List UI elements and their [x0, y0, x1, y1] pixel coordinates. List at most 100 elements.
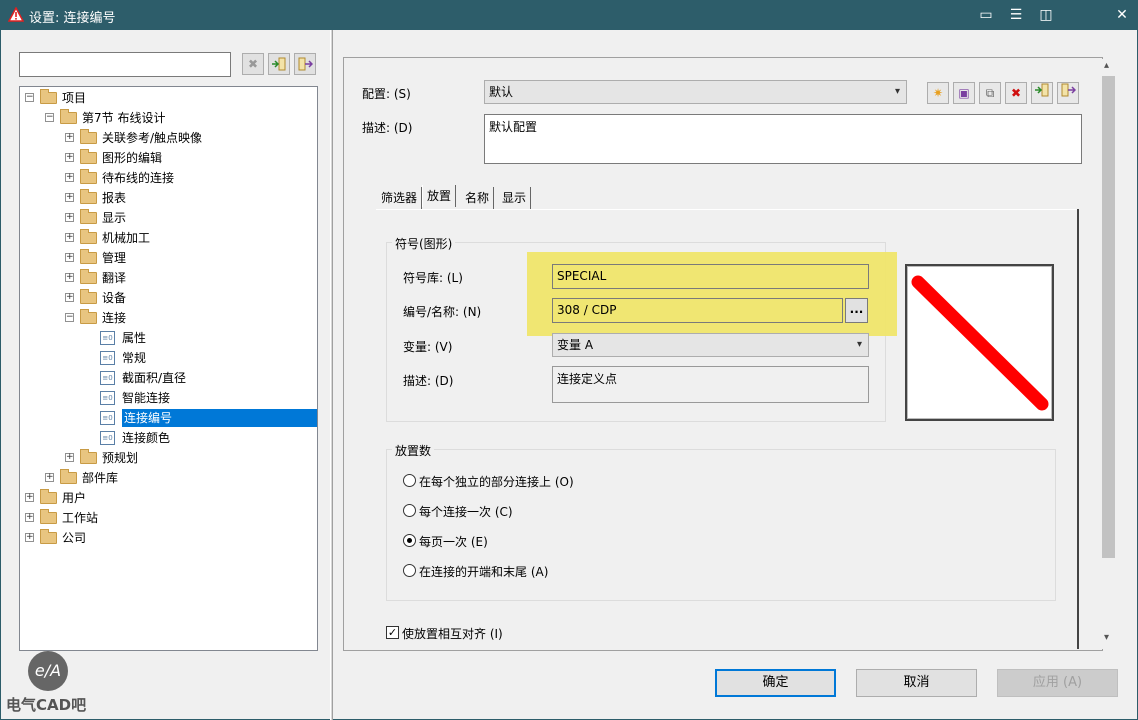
symbol-num-field[interactable]: 308 / CDP: [552, 298, 843, 323]
restore-layout-icon[interactable]: ▭: [976, 6, 996, 24]
collapse-icon[interactable]: −: [45, 113, 54, 122]
tree-item[interactable]: + 公司: [20, 529, 317, 547]
scroll-up-icon[interactable]: ▴: [1104, 60, 1109, 71]
panel-splitter[interactable]: [330, 30, 333, 720]
tree-item[interactable]: ≡0 智能连接: [20, 389, 317, 407]
tree-item-label: 用户: [62, 491, 87, 505]
placement-radio[interactable]: [403, 474, 416, 487]
copy-icon[interactable]: ⧉: [979, 82, 1001, 104]
window-list-icon[interactable]: ☰: [1006, 6, 1026, 24]
tree-item[interactable]: + 机械加工: [20, 229, 317, 247]
scrollbar-thumb[interactable]: [1102, 76, 1115, 558]
tree-item[interactable]: + 管理: [20, 249, 317, 267]
tree-item[interactable]: + 图形的编辑: [20, 149, 317, 167]
config-select[interactable]: 默认 ▾: [484, 80, 907, 104]
apply-button[interactable]: 应用 (A): [997, 669, 1118, 697]
tree-item[interactable]: ≡0 属性: [20, 329, 317, 347]
tree-item[interactable]: + 设备: [20, 289, 317, 307]
placement-radio[interactable]: [403, 534, 416, 547]
expand-icon[interactable]: +: [25, 493, 34, 502]
placement-radio[interactable]: [403, 564, 416, 577]
chevron-down-icon: ▾: [894, 86, 900, 97]
tree-item[interactable]: ≡0 连接颜色: [20, 429, 317, 447]
tree-item[interactable]: ≡0 连接编号: [20, 409, 317, 427]
expand-icon[interactable]: +: [45, 473, 54, 482]
tree-item[interactable]: + 用户: [20, 489, 317, 507]
placement-radio-label: 每页一次 (E): [419, 535, 488, 549]
new-config-icon[interactable]: ✷: [927, 82, 949, 104]
tree-item[interactable]: + 显示: [20, 209, 317, 227]
export-config-icon[interactable]: [1057, 82, 1079, 104]
tree-item[interactable]: ≡0 常规: [20, 349, 317, 367]
expand-icon[interactable]: +: [65, 293, 74, 302]
expand-icon[interactable]: +: [25, 533, 34, 542]
expand-icon[interactable]: +: [65, 213, 74, 222]
tree-item[interactable]: + 部件库: [20, 469, 317, 487]
tree-item[interactable]: + 工作站: [20, 509, 317, 527]
tab-2[interactable]: 名称: [461, 187, 495, 209]
dock-icon[interactable]: ◫: [1036, 6, 1056, 24]
watermark-logo: e/A: [28, 651, 68, 691]
collapse-icon[interactable]: −: [25, 93, 34, 102]
scroll-down-icon[interactable]: ▾: [1104, 632, 1109, 643]
expand-icon[interactable]: +: [65, 233, 74, 242]
expand-icon[interactable]: +: [25, 513, 34, 522]
tab-0[interactable]: 筛选器: [377, 187, 423, 209]
symbol-desc-field: 连接定义点: [552, 366, 869, 403]
delete-icon[interactable]: ✖: [1005, 82, 1027, 104]
tab-1[interactable]: 放置: [422, 185, 457, 207]
tree-item[interactable]: ≡0 截面积/直径: [20, 369, 317, 387]
close-icon[interactable]: ✕: [1112, 6, 1132, 24]
settings-tree[interactable]: − 项目 − 第7节 布线设计 + 关联参考/触点映像 + 图形的编辑 + 待布线的连接 + 报表 + 显…: [19, 86, 318, 651]
tree-item-label: 待布线的连接: [102, 171, 175, 185]
tree-item[interactable]: − 第7节 布线设计: [20, 109, 317, 127]
config-desc-field[interactable]: 默认配置: [484, 114, 1082, 164]
folder-icon: [80, 269, 97, 284]
placement-group-title: 放置数: [392, 442, 435, 459]
align-checkbox[interactable]: ✓: [386, 626, 399, 639]
settings-page-icon: ≡0: [100, 331, 115, 345]
tree-item-label: 连接颜色: [122, 431, 171, 445]
placement-radio[interactable]: [403, 504, 416, 517]
clear-filter-icon[interactable]: ✖: [242, 53, 264, 75]
symbol-lib-field[interactable]: SPECIAL: [552, 264, 869, 289]
expand-icon[interactable]: +: [65, 153, 74, 162]
export-icon[interactable]: [294, 53, 316, 75]
folder-icon: [40, 509, 57, 524]
tree-item[interactable]: − 连接: [20, 309, 317, 327]
expand-icon[interactable]: +: [65, 173, 74, 182]
import-icon[interactable]: [268, 53, 290, 75]
tree-item[interactable]: + 待布线的连接: [20, 169, 317, 187]
tree-item-label: 连接编号: [122, 409, 317, 427]
tree-item-label: 报表: [102, 191, 127, 205]
settings-page-icon: ≡0: [100, 371, 115, 385]
tree-item[interactable]: + 翻译: [20, 269, 317, 287]
tree-item-label: 项目: [62, 91, 87, 105]
tree-item[interactable]: + 关联参考/触点映像: [20, 129, 317, 147]
settings-page-icon: ≡0: [100, 411, 115, 425]
tree-search-input[interactable]: [19, 52, 231, 77]
tab-3[interactable]: 显示: [498, 187, 532, 209]
expand-icon[interactable]: +: [65, 253, 74, 262]
expand-icon[interactable]: +: [65, 133, 74, 142]
browse-button[interactable]: ...: [845, 298, 868, 323]
expand-icon[interactable]: +: [65, 193, 74, 202]
folder-icon: [80, 309, 97, 324]
folder-icon: [80, 449, 97, 464]
tree-item[interactable]: + 报表: [20, 189, 317, 207]
align-checkbox-label: 使放置相互对齐 (I): [402, 627, 503, 641]
cancel-button[interactable]: 取消: [856, 669, 977, 697]
placement-radio-label: 在连接的开端和末尾 (A): [419, 565, 549, 579]
collapse-icon[interactable]: −: [65, 313, 74, 322]
tree-item[interactable]: − 项目: [20, 89, 317, 107]
expand-icon[interactable]: +: [65, 273, 74, 282]
variant-select[interactable]: 变量 A ▾: [552, 333, 869, 357]
settings-page-icon: ≡0: [100, 391, 115, 405]
import-config-icon[interactable]: [1031, 82, 1053, 104]
tree-item-label: 翻译: [102, 271, 127, 285]
save-icon[interactable]: ▣: [953, 82, 975, 104]
ok-button[interactable]: 确定: [715, 669, 836, 697]
settings-page-icon: ≡0: [100, 431, 115, 445]
tree-item[interactable]: + 预规划: [20, 449, 317, 467]
expand-icon[interactable]: +: [65, 453, 74, 462]
